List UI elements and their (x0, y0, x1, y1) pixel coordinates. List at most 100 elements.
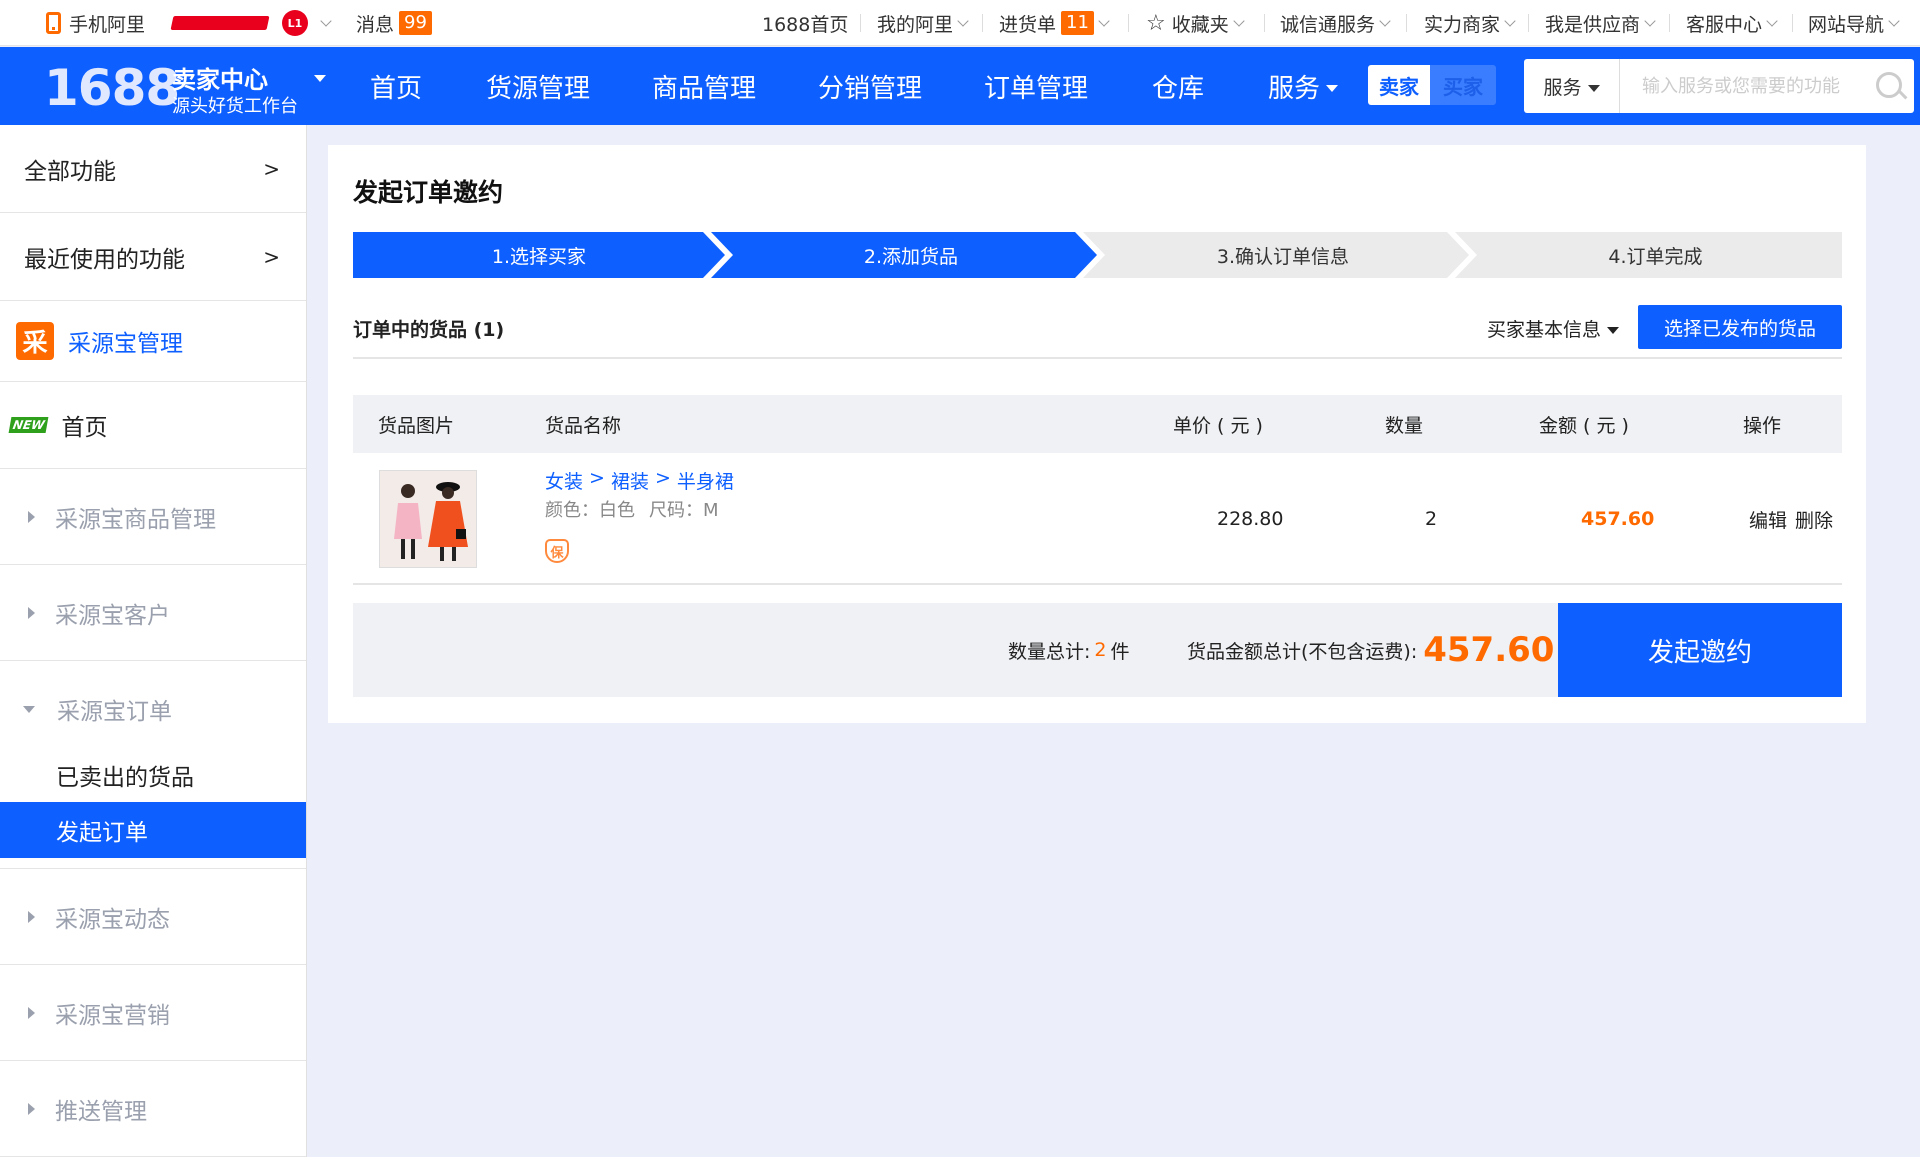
search-input[interactable] (1620, 59, 1868, 113)
search-icon[interactable] (1868, 59, 1914, 113)
sidebar-item-label: 全部功能 (24, 158, 116, 185)
divider (1528, 14, 1529, 32)
nav-distribution-management[interactable]: 分销管理 (818, 47, 922, 125)
sidebar-item-push-management[interactable]: 推送管理 (0, 1061, 306, 1157)
breadcrumb-separator: > (654, 467, 671, 489)
sidebar-item-customers[interactable]: 采源宝客户 (0, 565, 306, 661)
sidebar-item-dynamics[interactable]: 采源宝动态 (0, 869, 306, 965)
sidebar: 全部功能 > 最近使用的功能 > 采 采源宝管理 NEW 首页 采源宝商品管理 … (0, 125, 307, 1157)
chevron-down-icon (1098, 14, 1110, 27)
messages-link[interactable]: 消息 99 (356, 0, 432, 46)
sidebar-all-functions[interactable]: 全部功能 > (0, 125, 306, 213)
spec-size: 尺码：M (649, 500, 719, 521)
nav-home[interactable]: 首页 (370, 47, 422, 125)
topbar-link-cart[interactable]: 进货单 11 (999, 0, 1110, 46)
search-scope-label: 服务 (1543, 76, 1582, 99)
top-utility-bar: 手机阿里 L1 消息 99 1688首页 我的阿里 进货单 11 ☆ 收藏夹 诚信通… (0, 0, 1920, 46)
nav-order-management[interactable]: 订单管理 (984, 47, 1088, 125)
chevron-down-icon (1888, 14, 1900, 27)
sidebar-item-label: 推送管理 (55, 1098, 147, 1125)
seller-center-title[interactable]: 卖家中心 (172, 60, 268, 95)
seller-center-subtitle: 源头好货工作台 (172, 96, 298, 117)
caret-down-icon (1607, 327, 1620, 334)
nav-source-management[interactable]: 货源管理 (486, 47, 590, 125)
phone-icon (46, 12, 61, 34)
topbar-link-label: 我的阿里 (877, 13, 954, 36)
topbar-link-favorites[interactable]: ☆ 收藏夹 (1146, 0, 1245, 46)
logo-1688[interactable]: 1688 (44, 59, 180, 117)
sidebar-item-marketing[interactable]: 采源宝营销 (0, 965, 306, 1061)
topbar-link-chengxintong[interactable]: 诚信通服务 (1280, 0, 1391, 46)
chevron-down-icon (1379, 14, 1391, 27)
topbar-link-my-ali[interactable]: 我的阿里 (877, 0, 969, 46)
topbar-link-service-center[interactable]: 客服中心 (1686, 0, 1778, 46)
delete-link[interactable]: 删除 (1795, 506, 1833, 533)
role-seller-tab[interactable]: 卖家 (1368, 65, 1430, 105)
member-level[interactable]: L1 (282, 0, 332, 46)
progress-steps: 1.选择买家 2.添加货品 3.确认订单信息 4.订单完成 (353, 232, 1842, 278)
product-specs: 颜色：白色 尺码：M (545, 496, 719, 522)
redacted-username (170, 16, 270, 30)
category-link-dresses[interactable]: 裙装 (611, 467, 649, 494)
chevron-down-icon (1644, 14, 1656, 27)
topbar-link-site-nav[interactable]: 网站导航 (1808, 0, 1900, 46)
divider (1128, 14, 1129, 32)
sidebar-item-product-management[interactable]: 采源宝商品管理 (0, 469, 306, 565)
star-icon: ☆ (1146, 10, 1166, 36)
goods-section-title: 订单中的货品 (1) (353, 319, 505, 341)
sidebar-recent-functions[interactable]: 最近使用的功能 > (0, 213, 306, 301)
buyer-info-dropdown[interactable]: 买家基本信息 (1487, 315, 1620, 342)
chevron-down-icon (320, 14, 332, 27)
sidebar-item-label: 首页 (61, 415, 108, 441)
step-select-buyer: 1.选择买家 (491, 245, 587, 268)
search-scope-select[interactable]: 服务 (1524, 59, 1620, 113)
product-image (380, 471, 476, 567)
sidebar-item-label: 最近使用的功能 (24, 246, 185, 273)
sidebar-subitem-create-order[interactable]: 发起订单 (0, 802, 306, 858)
caret-right-icon (28, 510, 35, 523)
spec-color: 颜色：白色 (545, 500, 635, 521)
topbar-link-label: 客服中心 (1686, 13, 1763, 36)
nav-warehouse[interactable]: 仓库 (1152, 47, 1204, 125)
edit-link[interactable]: 编辑 (1749, 506, 1787, 533)
divider (860, 14, 861, 32)
mobile-ali-link[interactable]: 手机阿里 (46, 0, 145, 46)
send-invitation-button[interactable]: 发起邀约 (1558, 603, 1842, 697)
topbar-link-home[interactable]: 1688首页 (762, 0, 848, 46)
sidebar-item-label: 采源宝订单 (57, 699, 172, 725)
order-summary: 数量总计: 2 件 货品金额总计(不包含运费): 457.60 元 发起邀约 (353, 603, 1842, 697)
product-category-path: 女装 > 裙装 > 半身裙 (545, 467, 734, 494)
row-actions: 编辑 删除 (1749, 453, 1841, 585)
topbar-link-supplier[interactable]: 我是供应商 (1545, 0, 1656, 46)
caiyuanbao-icon: 采 (16, 322, 54, 360)
category-link-womens[interactable]: 女装 (545, 467, 583, 494)
sidebar-item-home[interactable]: NEW 首页 (0, 382, 306, 469)
sidebar-item-orders[interactable]: 采源宝订单 (0, 661, 172, 757)
caret-right-icon (28, 1006, 35, 1019)
nav-services[interactable]: 服务 (1268, 47, 1339, 125)
new-badge-icon: NEW (8, 417, 49, 433)
caret-down-icon (1587, 84, 1600, 92)
caret-right-icon (28, 1102, 35, 1115)
topbar-link-label: 收藏夹 (1171, 13, 1229, 36)
divider (982, 14, 983, 32)
username-redacted[interactable] (170, 0, 270, 46)
select-published-goods-button[interactable]: 选择已发布的货品 (1638, 305, 1842, 349)
guarantee-shield-icon: 保 (545, 539, 569, 563)
page-title: 发起订单邀约 (353, 178, 504, 207)
nav-services-label: 服务 (1268, 73, 1321, 104)
step-order-complete: 4.订单完成 (1608, 245, 1703, 268)
column-header-amount: 金额 ( 元 ) (1539, 414, 1629, 437)
role-buyer-tab[interactable]: 买家 (1430, 65, 1496, 105)
sidebar-subitem-sold-goods[interactable]: 已卖出的货品 (0, 747, 306, 803)
goods-section-header: 订单中的货品 (1) 买家基本信息 选择已发布的货品 (353, 305, 1842, 359)
sidebar-group-orders: 采源宝订单 已卖出的货品 发起订单 (0, 661, 306, 869)
nav-product-management[interactable]: 商品管理 (652, 47, 756, 125)
chevron-down-icon (957, 14, 969, 27)
divider (1406, 14, 1407, 32)
topbar-link-label: 我是供应商 (1545, 13, 1641, 36)
category-link-skirts[interactable]: 半身裙 (677, 467, 734, 494)
product-thumbnail[interactable] (379, 470, 477, 568)
caret-down-icon[interactable] (314, 75, 326, 82)
topbar-link-power-merchant[interactable]: 实力商家 (1424, 0, 1516, 46)
